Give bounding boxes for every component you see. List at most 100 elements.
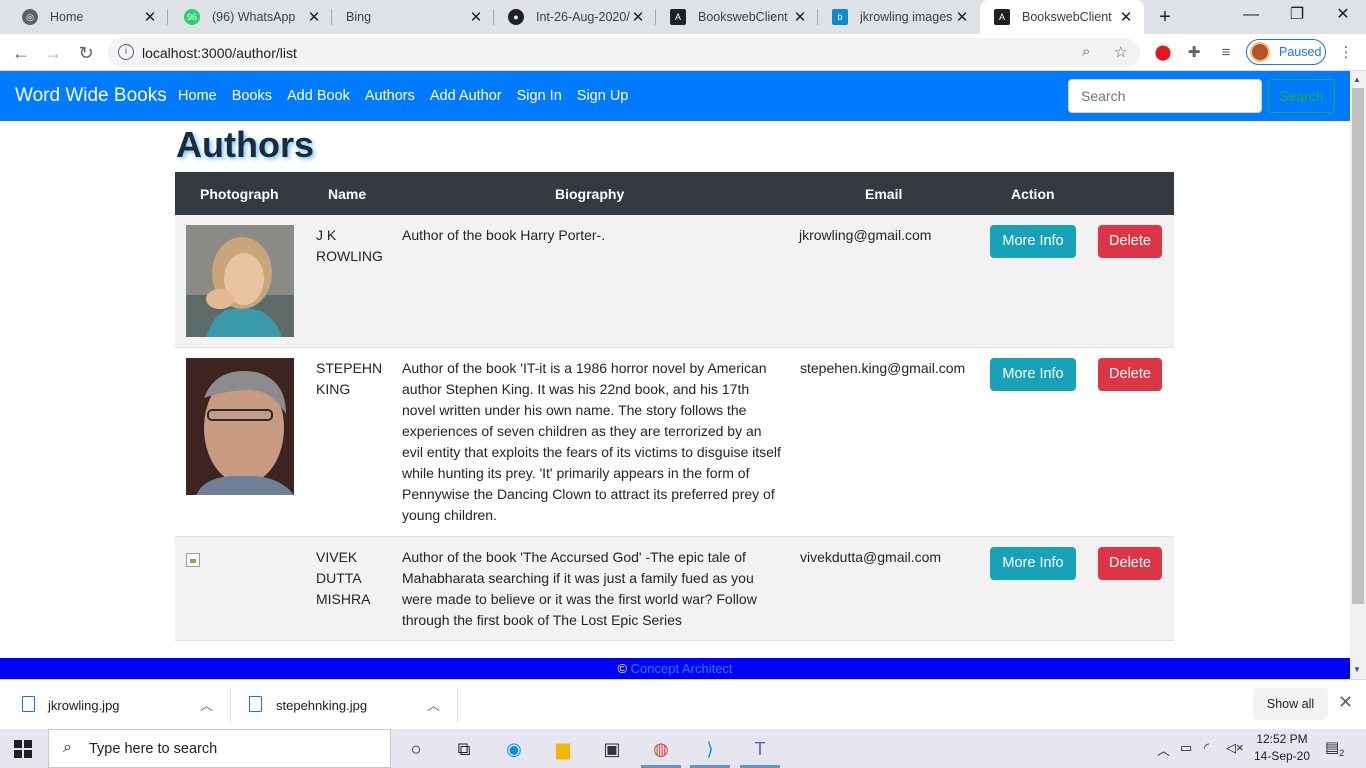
- maximize-icon[interactable]: ❐: [1274, 0, 1320, 32]
- profile-button[interactable]: Paused: [1246, 39, 1326, 65]
- nav-link-sign-in[interactable]: Sign In: [517, 88, 562, 104]
- window-close-icon[interactable]: ✕: [1320, 0, 1366, 32]
- search-input[interactable]: [1068, 79, 1262, 113]
- vscode-icon[interactable]: ⟩: [696, 735, 724, 763]
- more-info-button[interactable]: More Info: [990, 225, 1076, 258]
- tab-title: BookswebClient: [698, 10, 788, 24]
- nav-link-add-author[interactable]: Add Author: [430, 88, 502, 104]
- tab-title: jkrowling images -: [860, 10, 954, 24]
- column-header-email: Email: [865, 186, 903, 202]
- nav-link-home[interactable]: Home: [178, 88, 217, 104]
- column-header-photograph: Photograph: [200, 186, 279, 202]
- browser-tab[interactable]: ◎ Home ✕: [8, 0, 168, 34]
- scroll-up-icon[interactable]: ▲: [1353, 75, 1361, 84]
- page-title: Authors: [176, 124, 314, 165]
- opera-extension-icon[interactable]: ⬤: [1153, 43, 1173, 63]
- windows-start-icon[interactable]: [14, 740, 32, 758]
- scrollbar-thumb[interactable]: [1352, 88, 1364, 604]
- chevron-up-icon[interactable]: ︿: [200, 695, 213, 714]
- page-scrollbar[interactable]: ▲ ▼: [1350, 71, 1366, 679]
- author-photo: [186, 225, 294, 337]
- table-row: J K ROWLING Author of the book Harry Por…: [175, 215, 1174, 348]
- close-tab-icon[interactable]: ✕: [306, 8, 322, 26]
- angular-icon: A: [994, 9, 1010, 25]
- footer-link[interactable]: Concept Architect: [631, 661, 733, 676]
- wifi-icon[interactable]: ◜: [1204, 740, 1209, 756]
- windows-taskbar: ⌕ Type here to search ○ ⧉ ◉ ▆ ▣ ◍ ⟩ T ︿ …: [0, 729, 1366, 768]
- nav-link-authors[interactable]: Authors: [365, 88, 415, 104]
- globe-icon: ◎: [22, 9, 38, 25]
- browser-tab[interactable]: A BookswebClient ✕: [656, 0, 818, 34]
- site-navbar: Word Wide Books Home Books Add Book Auth…: [0, 71, 1350, 121]
- delete-button[interactable]: Delete: [1098, 225, 1162, 258]
- tab-title: (96) WhatsApp: [212, 10, 296, 24]
- browser-toolbar: ← → ↻ i localhost:3000/author/list ⌕ ☆ ⬤…: [0, 34, 1366, 71]
- nav-link-sign-up[interactable]: Sign Up: [577, 88, 629, 104]
- site-info-icon[interactable]: i: [118, 44, 134, 60]
- task-view-icon[interactable]: ⧉: [450, 735, 478, 763]
- bing-icon: b: [832, 9, 848, 25]
- zoom-icon[interactable]: ⌕: [1082, 43, 1090, 60]
- nav-link-books[interactable]: Books: [232, 88, 272, 104]
- close-tab-icon[interactable]: ✕: [142, 8, 158, 26]
- more-info-button[interactable]: More Info: [990, 358, 1076, 391]
- browser-tab[interactable]: b jkrowling images - ✕: [818, 0, 980, 34]
- tab-title: BookswebClient: [1022, 10, 1112, 24]
- battery-icon[interactable]: ▭: [1180, 740, 1192, 756]
- search-button[interactable]: Search: [1268, 79, 1335, 113]
- close-tab-icon[interactable]: ✕: [630, 8, 646, 26]
- author-biography: Author of the book Harry Porter-.: [402, 227, 606, 243]
- close-tab-icon[interactable]: ✕: [792, 8, 808, 26]
- author-biography: Author of the book 'IT-it is a 1986 horr…: [402, 360, 781, 523]
- minimize-icon[interactable]: —: [1228, 0, 1274, 32]
- volume-muted-icon[interactable]: ◁×: [1226, 740, 1244, 756]
- github-icon: ●: [508, 9, 524, 25]
- browser-tab[interactable]: ● Int-26-Aug-2020/A ✕: [494, 0, 656, 34]
- close-tab-icon[interactable]: ✕: [1118, 8, 1134, 26]
- url-text[interactable]: localhost:3000/author/list: [142, 45, 297, 61]
- download-item[interactable]: jkrowling.jpg ︿: [0, 680, 231, 730]
- table-row: STEPEHN KING Author of the book 'IT-it i…: [175, 348, 1174, 537]
- show-all-downloads-button[interactable]: Show all: [1253, 688, 1328, 720]
- chrome-icon[interactable]: ◍: [647, 735, 675, 763]
- delete-button[interactable]: Delete: [1098, 358, 1162, 391]
- tray-chevron-icon[interactable]: ︿: [1157, 740, 1170, 759]
- media-queue-icon[interactable]: ≡: [1216, 43, 1236, 63]
- nav-link-add-book[interactable]: Add Book: [287, 88, 350, 104]
- site-footer: © Concept Architect: [0, 658, 1350, 679]
- store-icon[interactable]: ▣: [598, 735, 626, 763]
- reload-icon[interactable]: ↻: [73, 40, 99, 66]
- taskbar-search-box[interactable]: ⌕ Type here to search: [48, 729, 391, 768]
- author-email: stepehen.king@gmail.com: [800, 360, 966, 376]
- download-filename: jkrowling.jpg: [48, 698, 120, 713]
- download-item[interactable]: stepehnking.jpg ︿: [231, 680, 458, 730]
- file-explorer-icon[interactable]: ▆: [549, 735, 577, 763]
- address-bar[interactable]: i localhost:3000/author/list ⌕ ☆: [108, 38, 1140, 67]
- browser-tab-active[interactable]: A BookswebClient ✕: [980, 0, 1144, 34]
- teams-icon[interactable]: T: [746, 735, 774, 763]
- taskbar-clock[interactable]: 12:52 PM 14-Sep-20: [1252, 731, 1312, 765]
- bookmark-star-icon[interactable]: ☆: [1114, 43, 1127, 61]
- file-icon: [22, 696, 35, 712]
- tab-title: Home: [50, 10, 84, 24]
- new-tab-button[interactable]: +: [1152, 5, 1178, 31]
- delete-button[interactable]: Delete: [1098, 547, 1162, 580]
- notifications-icon[interactable]: ▤2: [1325, 738, 1344, 758]
- browser-tab[interactable]: 96 (96) WhatsApp ✕: [170, 0, 332, 34]
- more-info-button[interactable]: More Info: [990, 547, 1076, 580]
- cortana-icon[interactable]: ○: [402, 735, 430, 763]
- table-row: VIVEK DUTTA MISHRA Author of the book 'T…: [175, 537, 1174, 641]
- back-arrow-icon[interactable]: ←: [8, 40, 34, 66]
- close-tab-icon[interactable]: ✕: [954, 8, 970, 26]
- browser-tab[interactable]: Bing ✕: [332, 0, 494, 34]
- browser-menu-icon[interactable]: ⋮: [1336, 43, 1356, 63]
- chevron-up-icon[interactable]: ︿: [427, 695, 440, 714]
- site-brand[interactable]: Word Wide Books: [15, 85, 167, 107]
- scroll-down-icon[interactable]: ▼: [1353, 665, 1361, 674]
- profile-status: Paused: [1279, 45, 1322, 59]
- extensions-puzzle-icon[interactable]: ✚: [1184, 43, 1204, 63]
- forward-arrow-icon[interactable]: →: [40, 40, 66, 66]
- close-tab-icon[interactable]: ✕: [468, 8, 484, 26]
- close-shelf-icon[interactable]: ✕: [1338, 692, 1353, 713]
- edge-icon[interactable]: ◉: [500, 735, 528, 763]
